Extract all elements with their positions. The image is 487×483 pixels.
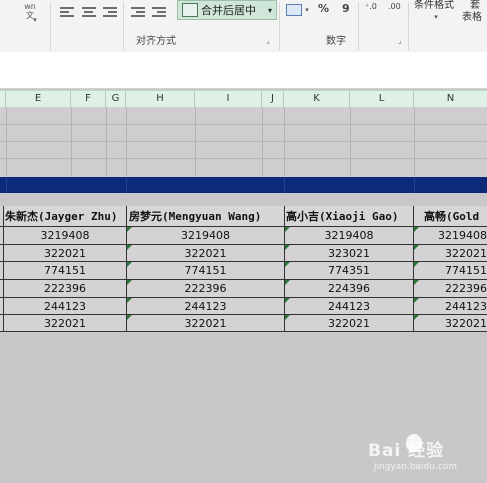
table-cell[interactable]: 322021 bbox=[127, 315, 285, 332]
error-indicator-icon bbox=[285, 298, 290, 303]
error-indicator-icon bbox=[414, 262, 419, 267]
table-cell[interactable]: 244123 bbox=[285, 298, 414, 315]
error-indicator-icon bbox=[414, 245, 419, 250]
error-indicator-icon bbox=[127, 280, 132, 285]
error-indicator-icon bbox=[285, 280, 290, 285]
accounting-format-button[interactable] bbox=[284, 2, 304, 18]
format-as-table-button-top[interactable]: 套 bbox=[470, 0, 480, 12]
table-cell[interactable]: 244123 bbox=[127, 298, 285, 315]
accounting-format-icon bbox=[286, 4, 302, 16]
error-indicator-icon bbox=[414, 280, 419, 285]
error-indicator-icon bbox=[127, 315, 132, 320]
align-center-button[interactable] bbox=[80, 2, 98, 20]
table-cell[interactable]: 244123 bbox=[414, 298, 487, 315]
table-cell[interactable]: 322021 bbox=[4, 245, 127, 262]
watermark-url: jingyan.baidu.com bbox=[374, 462, 458, 472]
alignment-launcher-icon[interactable]: ⌟ bbox=[266, 36, 270, 45]
table-cell[interactable]: 224396 bbox=[285, 280, 414, 298]
column-header-e[interactable]: E bbox=[6, 91, 71, 107]
decrease-decimal-button[interactable]: .00 bbox=[388, 2, 401, 11]
table-header-cell[interactable]: 朱新杰(Jayger Zhu) bbox=[4, 206, 127, 227]
error-indicator-icon bbox=[414, 298, 419, 303]
table-cell[interactable]: 3219408 bbox=[127, 227, 285, 245]
table-cell[interactable]: 774151 bbox=[4, 262, 127, 280]
error-indicator-icon bbox=[285, 262, 290, 267]
table-cell[interactable]: 774151 bbox=[127, 262, 285, 280]
table-header-cell[interactable]: 高畅(Gold bbox=[414, 206, 487, 227]
format-as-table-button[interactable]: 表格 bbox=[462, 12, 482, 24]
merge-cells-icon bbox=[182, 3, 198, 17]
conditional-formatting-button[interactable]: 条件格式 bbox=[414, 0, 454, 12]
align-left-icon bbox=[60, 5, 74, 17]
accounting-dropdown-icon[interactable]: ▾ bbox=[303, 4, 311, 16]
table-cell[interactable]: 244123 bbox=[4, 298, 127, 315]
ribbon: wn 文 ▾ 合并后居中 ▾ 对齐方式 ⌟ ▾ % 9 ⁺.0 .00 数字 ⌟… bbox=[0, 0, 487, 53]
empty-grid-area[interactable] bbox=[0, 107, 487, 177]
decrease-indent-button[interactable] bbox=[129, 2, 147, 20]
table-cell[interactable]: 222396 bbox=[127, 280, 285, 298]
table-cell[interactable]: 3219408 bbox=[4, 227, 127, 245]
column-header-n[interactable]: N bbox=[414, 91, 487, 107]
wrap-text-dropdown-icon[interactable]: ▾ bbox=[30, 16, 40, 24]
error-indicator-icon bbox=[127, 245, 132, 250]
error-indicator-icon bbox=[285, 227, 290, 232]
decrease-indent-icon bbox=[131, 5, 145, 17]
number-group-label: 数字 bbox=[326, 36, 346, 47]
table-cell[interactable]: 774151 bbox=[414, 262, 487, 280]
table-cell[interactable]: 322021 bbox=[285, 315, 414, 332]
table-cell[interactable]: 3219408 bbox=[285, 227, 414, 245]
data-table: 朱新杰(Jayger Zhu) 房梦元(Mengyuan Wang) 高小吉(X… bbox=[0, 206, 487, 332]
table-cell[interactable]: 322021 bbox=[414, 315, 487, 332]
error-indicator-icon bbox=[285, 245, 290, 250]
baidu-jingyan-watermark: Bai 经验 jingyan.baidu.com bbox=[368, 430, 483, 480]
column-header-l[interactable]: L bbox=[350, 91, 414, 107]
error-indicator-icon bbox=[414, 315, 419, 320]
align-right-icon bbox=[103, 5, 117, 17]
number-launcher-icon[interactable]: ⌟ bbox=[398, 36, 402, 45]
column-header-h[interactable]: H bbox=[126, 91, 195, 107]
error-indicator-icon bbox=[414, 227, 419, 232]
table-header-cell[interactable]: 高小吉(Xiaoji Gao) bbox=[285, 206, 414, 227]
table-cell[interactable]: 322021 bbox=[4, 315, 127, 332]
merge-center-label: 合并后居中 bbox=[201, 4, 256, 17]
table-cell[interactable]: 322021 bbox=[414, 245, 487, 262]
selected-row[interactable] bbox=[0, 177, 487, 193]
column-header-i[interactable]: I bbox=[195, 91, 262, 107]
error-indicator-icon bbox=[127, 298, 132, 303]
column-header-j[interactable]: J bbox=[262, 91, 284, 107]
paw-logo-icon bbox=[406, 434, 422, 452]
formula-bar-area[interactable] bbox=[0, 52, 487, 89]
increase-indent-button[interactable] bbox=[150, 2, 168, 20]
error-indicator-icon bbox=[127, 227, 132, 232]
column-header-k[interactable]: K bbox=[284, 91, 350, 107]
merge-center-button[interactable]: 合并后居中 ▾ bbox=[177, 0, 277, 20]
increase-indent-icon bbox=[152, 5, 166, 17]
merge-dropdown-icon[interactable]: ▾ bbox=[268, 6, 272, 15]
table-cell[interactable]: 3219408 bbox=[414, 227, 487, 245]
table-cell[interactable]: 774351 bbox=[285, 262, 414, 280]
column-header-f[interactable]: F bbox=[71, 91, 106, 107]
column-headers: E F G H I J K L N bbox=[0, 90, 487, 108]
table-cell[interactable]: 323021 bbox=[285, 245, 414, 262]
table-header-cell[interactable]: 房梦元(Mengyuan Wang) bbox=[127, 206, 285, 227]
table-cell[interactable]: 222396 bbox=[4, 280, 127, 298]
error-indicator-icon bbox=[285, 315, 290, 320]
alignment-group-label: 对齐方式 bbox=[136, 36, 176, 47]
align-center-icon bbox=[82, 5, 96, 17]
table-cell[interactable]: 322021 bbox=[127, 245, 285, 262]
comma-style-button[interactable]: 9 bbox=[342, 2, 350, 15]
increase-decimal-button[interactable]: ⁺.0 bbox=[365, 2, 377, 11]
align-left-button[interactable] bbox=[58, 2, 76, 20]
column-header-g[interactable]: G bbox=[106, 91, 126, 107]
align-right-button[interactable] bbox=[101, 2, 119, 20]
percent-style-button[interactable]: % bbox=[318, 2, 329, 15]
error-indicator-icon bbox=[127, 262, 132, 267]
conditional-formatting-dropdown-icon[interactable]: ▾ bbox=[432, 12, 440, 22]
table-cell[interactable]: 222396 bbox=[414, 280, 487, 298]
